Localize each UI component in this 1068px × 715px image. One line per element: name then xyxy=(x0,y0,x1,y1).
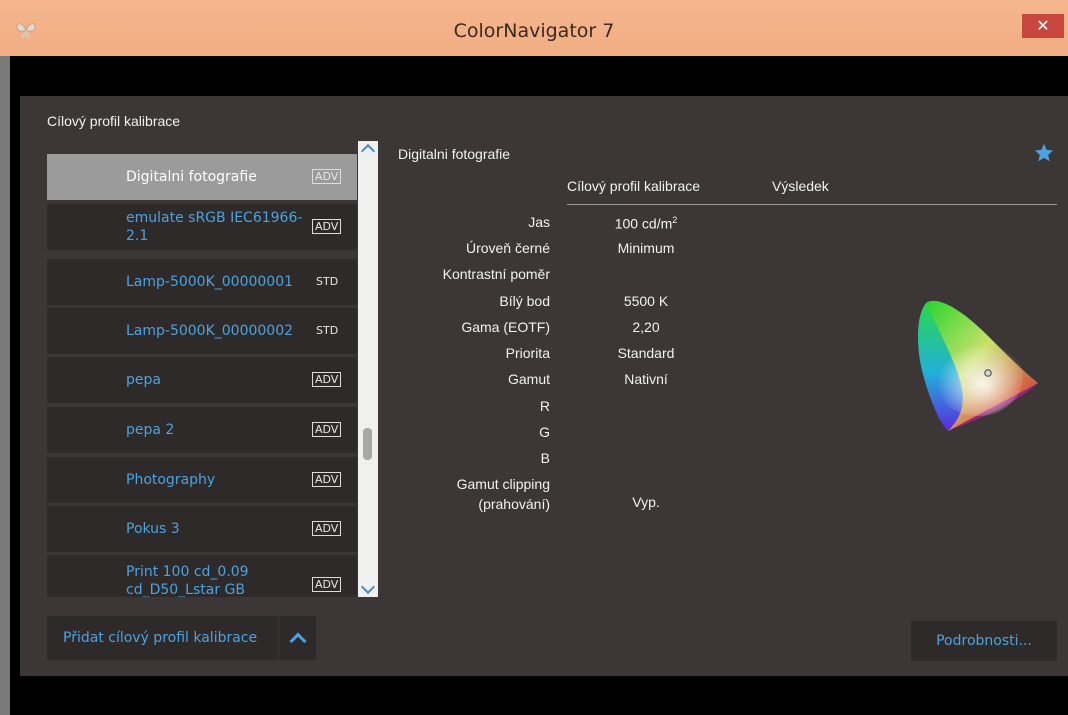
scroll-up-button[interactable] xyxy=(358,141,378,159)
profile-type-badge: ADV xyxy=(312,169,342,184)
profile-type-badge: ADV xyxy=(312,372,342,387)
details-button[interactable]: Podrobnosti... xyxy=(911,621,1057,661)
window-title: ColorNavigator 7 xyxy=(453,20,615,42)
profile-name: Pokus 3 xyxy=(126,521,180,537)
property-value: Minimum xyxy=(617,240,675,256)
property-label: Gamut clipping xyxy=(456,476,550,492)
list-item[interactable]: emulate sRGB IEC61966-2.1 ADV xyxy=(47,204,357,250)
property-label: Úroveň černé xyxy=(465,240,550,256)
profile-name: emulate sRGB IEC61966-2.1 xyxy=(126,210,303,244)
property-label: Jas xyxy=(528,214,550,230)
property-value: Vyp. xyxy=(632,494,660,510)
property-label: Priorita xyxy=(505,345,550,361)
list-item[interactable]: Digitalni fotografie ADV xyxy=(47,154,357,200)
property-label: B xyxy=(540,450,550,466)
chevron-up-icon xyxy=(360,143,376,159)
property-label: Kontrastní poměr xyxy=(442,266,550,282)
close-button[interactable]: ✕ xyxy=(1022,14,1064,38)
section-title: Cílový profil kalibrace xyxy=(47,113,181,129)
property-value: 5500 K xyxy=(623,293,669,309)
profile-name: Photography xyxy=(126,472,216,488)
profile-name: pepa xyxy=(126,372,161,388)
list-item[interactable]: Lamp-5000K_00000001 STD xyxy=(47,259,357,305)
property-label: (prahování) xyxy=(478,496,550,512)
profile-name: Print 100 cd_0.09 cd_D50_Lstar GB xyxy=(126,564,249,597)
property-value: Nativní xyxy=(624,371,668,387)
profile-detail-title: Digitalni fotografie xyxy=(398,146,511,162)
property-label: Gama (EOTF) xyxy=(461,319,550,335)
star-icon[interactable] xyxy=(1033,142,1055,164)
profile-type-badge: STD xyxy=(316,324,339,337)
property-label: Bílý bod xyxy=(499,293,550,309)
profile-name: Digitalni fotografie xyxy=(126,169,257,185)
profile-type-badge: ADV xyxy=(312,219,342,234)
profile-name: Lamp-5000K_00000001 xyxy=(126,274,294,290)
profile-type-badge: ADV xyxy=(312,472,342,487)
profile-name: pepa 2 xyxy=(126,422,175,438)
list-scrollbar[interactable] xyxy=(358,141,378,597)
chromaticity-diagram-icon xyxy=(918,300,1038,431)
profile-type-badge: ADV xyxy=(312,577,342,592)
list-item[interactable]: Photography ADV xyxy=(47,457,357,503)
chevron-down-icon xyxy=(360,579,376,595)
profile-type-badge: ADV xyxy=(312,422,342,437)
property-label: R xyxy=(539,398,550,414)
property-label: Gamut xyxy=(507,371,550,387)
property-value: 100 cd/m2 xyxy=(614,215,678,232)
title-bar: ColorNavigator 7 ✕ xyxy=(0,0,1068,56)
profile-list[interactable]: Digitalni fotografie ADV emulate sRGB IE… xyxy=(47,141,378,597)
scroll-down-button[interactable] xyxy=(358,579,378,597)
profile-type-badge: STD xyxy=(316,275,339,288)
property-value: Standard xyxy=(617,345,675,361)
property-label: G xyxy=(539,424,550,440)
property-value: 2,20 xyxy=(632,319,660,335)
profile-type-badge: ADV xyxy=(312,521,342,536)
add-profile-button[interactable]: Přidat cílový profil kalibrace xyxy=(47,616,278,660)
chevron-up-icon xyxy=(289,632,307,650)
add-menu-toggle[interactable] xyxy=(278,616,316,660)
header-divider xyxy=(567,204,1057,205)
column-header-result: Výsledek xyxy=(772,178,829,194)
main-panel: Cílový profil kalibrace Digitalni fotogr… xyxy=(20,96,1068,676)
list-item[interactable]: Lamp-5000K_00000002 STD xyxy=(47,308,357,354)
column-header-target: Cílový profil kalibrace xyxy=(567,178,701,194)
profile-name: Lamp-5000K_00000002 xyxy=(126,323,294,339)
list-item[interactable]: Pokus 3 ADV xyxy=(47,506,357,552)
list-item[interactable]: pepa 2 ADV xyxy=(47,407,357,453)
list-item[interactable]: pepa ADV xyxy=(47,357,357,403)
list-item[interactable]: Print 100 cd_0.09 cd_D50_Lstar GB ADV xyxy=(47,555,357,597)
scroll-thumb[interactable] xyxy=(363,428,372,460)
